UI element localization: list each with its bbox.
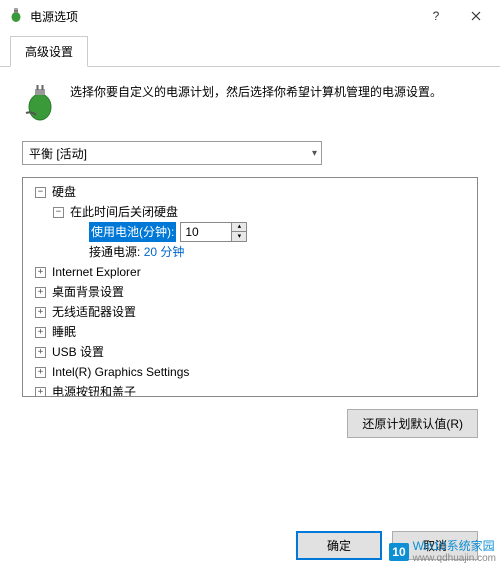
expand-icon[interactable]: + xyxy=(35,367,46,378)
on-battery-label: 使用电池(分钟): xyxy=(89,222,176,242)
tree-node-plugged-in[interactable]: 接通电源: 20 分钟 xyxy=(25,242,475,262)
dialog-footer: 确定 取消 xyxy=(296,531,478,560)
ok-button[interactable]: 确定 xyxy=(296,531,382,560)
power-icon xyxy=(8,8,24,24)
tree-node-usb[interactable]: +USB 设置 xyxy=(25,342,475,362)
content-panel: 选择你要自定义的电源计划，然后选择你希望计算机管理的电源设置。 平衡 [活动] … xyxy=(0,67,500,448)
collapse-icon[interactable]: − xyxy=(35,187,46,198)
tree-node-sleep[interactable]: +睡眠 xyxy=(25,322,475,342)
minutes-input[interactable] xyxy=(181,223,231,241)
tabbar: 高级设置 xyxy=(0,36,500,67)
expand-icon[interactable]: + xyxy=(35,287,46,298)
tree-node-intel-gfx[interactable]: +Intel(R) Graphics Settings xyxy=(25,362,475,382)
expand-icon[interactable]: + xyxy=(35,307,46,318)
collapse-icon[interactable]: − xyxy=(53,207,64,218)
minutes-spinner[interactable]: ▴ ▾ xyxy=(180,222,247,242)
tree-node-desktop-bg[interactable]: +桌面背景设置 xyxy=(25,282,475,302)
expand-icon[interactable]: + xyxy=(35,327,46,338)
plan-dropdown[interactable]: 平衡 [活动] ▾ xyxy=(22,141,322,165)
tree-node-power-buttons[interactable]: +电源按钮和盖子 xyxy=(25,382,475,397)
cancel-button[interactable]: 取消 xyxy=(392,531,478,560)
battery-icon xyxy=(22,83,58,123)
tree-node-wireless[interactable]: +无线适配器设置 xyxy=(25,302,475,322)
tree-node-on-battery[interactable]: 使用电池(分钟): ▴ ▾ xyxy=(25,222,475,242)
spinner-down[interactable]: ▾ xyxy=(232,232,246,241)
tree-node-hard-disk[interactable]: − 硬盘 xyxy=(25,182,475,202)
intro-row: 选择你要自定义的电源计划，然后选择你希望计算机管理的电源设置。 xyxy=(22,83,478,123)
window-title: 电源选项 xyxy=(30,8,416,25)
tree-node-ie[interactable]: +Internet Explorer xyxy=(25,262,475,282)
settings-tree[interactable]: − 硬盘 − 在此时间后关闭硬盘 使用电池(分钟): ▴ ▾ 接通电源: xyxy=(22,177,478,397)
expand-icon[interactable]: + xyxy=(35,267,46,278)
chevron-down-icon: ▾ xyxy=(312,148,317,159)
tree-node-turn-off[interactable]: − 在此时间后关闭硬盘 xyxy=(25,202,475,222)
intro-text: 选择你要自定义的电源计划，然后选择你希望计算机管理的电源设置。 xyxy=(70,83,442,123)
close-button[interactable] xyxy=(456,2,496,30)
expand-icon[interactable]: + xyxy=(35,347,46,358)
expand-icon[interactable]: + xyxy=(35,387,46,398)
help-button[interactable]: ? xyxy=(416,2,456,30)
plan-selected: 平衡 [活动] xyxy=(29,145,87,162)
tab-advanced[interactable]: 高级设置 xyxy=(10,36,88,67)
titlebar: 电源选项 ? xyxy=(0,0,500,32)
plugged-value: 20 分钟 xyxy=(144,242,185,262)
restore-defaults-button[interactable]: 还原计划默认值(R) xyxy=(347,409,478,438)
